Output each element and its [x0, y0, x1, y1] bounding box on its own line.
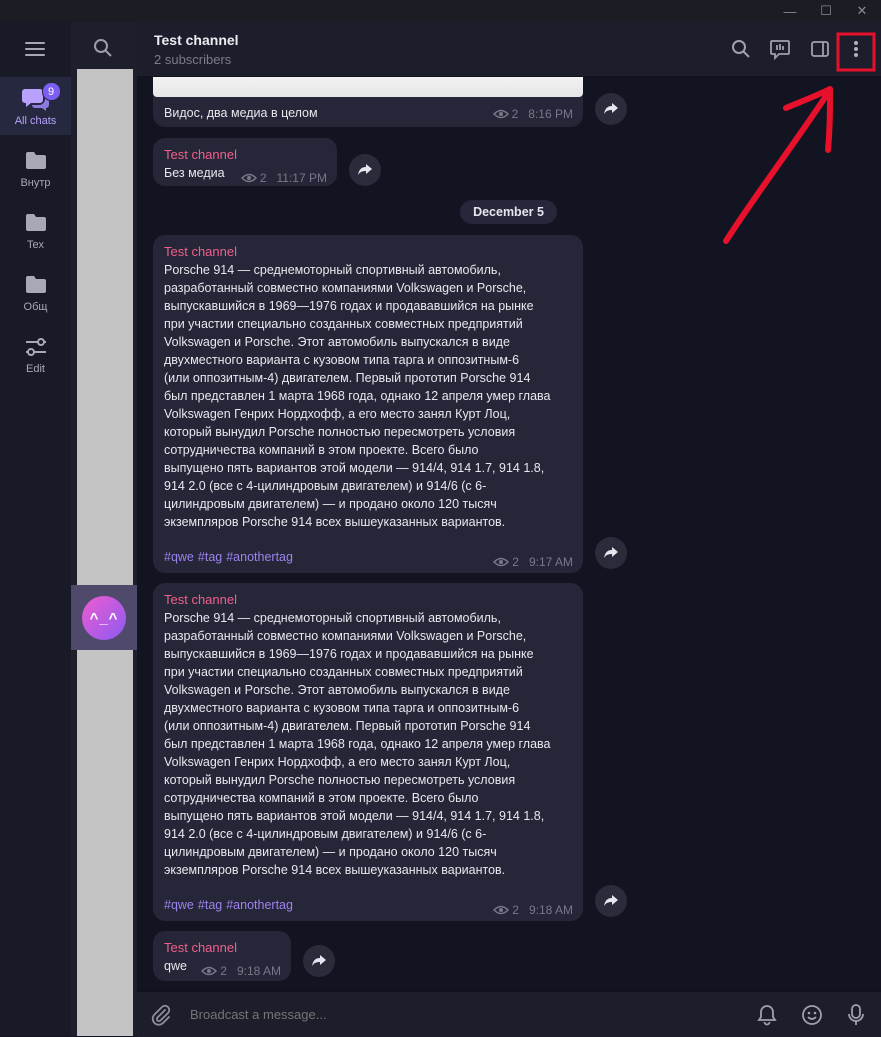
- folder-label: All chats: [14, 115, 57, 127]
- date-separator: December 5: [460, 200, 557, 224]
- forward-button[interactable]: [303, 945, 335, 977]
- bell-icon[interactable]: [755, 1003, 779, 1027]
- forward-button[interactable]: [349, 154, 381, 186]
- forward-icon: [312, 955, 326, 966]
- folder-label: Tex: [26, 239, 45, 251]
- view-count: 2: [512, 903, 519, 917]
- hashtag-link[interactable]: #tag: [198, 550, 222, 564]
- forward-button[interactable]: [595, 93, 627, 125]
- forward-icon: [358, 164, 372, 175]
- hashtag-link[interactable]: #qwe: [164, 550, 194, 564]
- eye-icon: [240, 173, 257, 183]
- chat-list: ^_^: [71, 22, 137, 1036]
- channel-title[interactable]: Test channel: [154, 32, 239, 48]
- folders-sidebar: 9 All chats Внутр Tex Общ Edit: [0, 22, 71, 1036]
- view-count: 2: [220, 964, 227, 978]
- eye-icon: [492, 109, 509, 119]
- hashtag-link[interactable]: #tag: [198, 898, 222, 912]
- message-meta: 2 9:18 AM: [201, 964, 281, 978]
- message-sender[interactable]: Test channel: [164, 592, 237, 607]
- window-titlebar: — ☐ ✕: [0, 0, 881, 22]
- message-text: qwe: [164, 959, 187, 973]
- chats-icon: 9: [21, 82, 61, 112]
- message-text: Porsche 914 — среднемоторный спортивный …: [164, 263, 551, 529]
- message-sender[interactable]: Test channel: [164, 147, 237, 162]
- message-bubble[interactable]: Test channel Без медиа 2 11:17 PM: [153, 138, 337, 186]
- folder-tex[interactable]: Tex: [0, 201, 71, 259]
- view-count: 2: [259, 171, 267, 185]
- message-text: Porsche 914 — среднемоторный спортивный …: [164, 611, 551, 877]
- message-time: 9:18 AM: [528, 903, 573, 917]
- media-preview[interactable]: [153, 77, 583, 97]
- message-time: 8:16 PM: [528, 107, 573, 121]
- message-bubble[interactable]: Test channel qwe 2 9:18 AM: [153, 931, 291, 981]
- folder-icon: [24, 148, 48, 174]
- menu-icon[interactable]: [25, 42, 45, 56]
- emoji-icon[interactable]: [800, 1003, 824, 1027]
- message-composer: [137, 991, 881, 1037]
- search-icon[interactable]: [730, 38, 752, 60]
- forward-button[interactable]: [595, 885, 627, 917]
- folder-icon: [24, 210, 48, 236]
- forward-button[interactable]: [595, 537, 627, 569]
- folder-vnutr[interactable]: Внутр: [0, 139, 71, 197]
- microphone-icon[interactable]: [844, 1003, 868, 1027]
- hashtag-link[interactable]: #anothertag: [226, 550, 293, 564]
- close-button[interactable]: ✕: [844, 0, 880, 22]
- eye-icon: [493, 905, 510, 915]
- folder-icon: [24, 272, 48, 298]
- hashtag-link[interactable]: #anothertag: [226, 898, 293, 912]
- message-time: 11:17 PM: [276, 171, 327, 185]
- folder-all-chats[interactable]: 9 All chats: [0, 77, 71, 135]
- message-list: Видос, два медиа в целом 2 8:16 PM Test …: [137, 77, 881, 991]
- maximize-button[interactable]: ☐: [808, 0, 844, 22]
- view-count: 2: [511, 107, 519, 121]
- forward-icon: [604, 103, 618, 114]
- chat-header: Test channel 2 subscribers: [137, 22, 881, 77]
- search-icon[interactable]: [93, 38, 113, 63]
- message-meta: 2 8:16 PM: [492, 107, 573, 121]
- message-meta: 2 9:18 AM: [493, 903, 573, 917]
- comments-icon[interactable]: [769, 38, 791, 60]
- message-bubble[interactable]: Test channel Porsche 914 — среднемоторны…: [153, 583, 583, 921]
- folder-edit[interactable]: Edit: [0, 325, 71, 383]
- message-sender[interactable]: Test channel: [164, 940, 237, 955]
- avatar[interactable]: ^_^: [82, 596, 126, 640]
- attach-icon[interactable]: [149, 1003, 173, 1027]
- message-text: Видос, два медиа в целом: [164, 106, 318, 120]
- sliders-icon: [24, 334, 48, 360]
- folder-obsch[interactable]: Общ: [0, 263, 71, 321]
- message-meta: 2 11:17 PM: [240, 171, 327, 185]
- hashtag-link[interactable]: #qwe: [164, 898, 194, 912]
- folder-label: Внутр: [20, 177, 51, 189]
- subscriber-count: 2 subscribers: [154, 52, 232, 67]
- message-time: 9:17 AM: [528, 555, 573, 569]
- message-sender[interactable]: Test channel: [164, 244, 237, 259]
- hashtags: #qwe #tag #anothertag: [164, 898, 297, 912]
- message-bubble[interactable]: Test channel Porsche 914 — среднемоторны…: [153, 235, 583, 573]
- message-text: Без медиа: [164, 166, 225, 180]
- eye-icon: [201, 966, 218, 976]
- folder-label: Edit: [26, 363, 45, 375]
- forward-icon: [604, 895, 618, 906]
- sidebar-toggle-icon[interactable]: [809, 38, 831, 60]
- hashtags: #qwe #tag #anothertag: [164, 550, 297, 564]
- forward-icon: [604, 547, 618, 558]
- chat-list-placeholder: [77, 69, 133, 1036]
- folder-label: Общ: [23, 301, 48, 313]
- message-meta: 2 9:17 AM: [493, 555, 573, 569]
- minimize-button[interactable]: —: [772, 0, 808, 22]
- message-time: 9:18 AM: [236, 964, 281, 978]
- more-options-icon[interactable]: [845, 38, 867, 60]
- unread-badge: 9: [41, 82, 61, 101]
- view-count: 2: [512, 555, 519, 569]
- eye-icon: [493, 557, 510, 567]
- message-input[interactable]: [190, 1007, 690, 1022]
